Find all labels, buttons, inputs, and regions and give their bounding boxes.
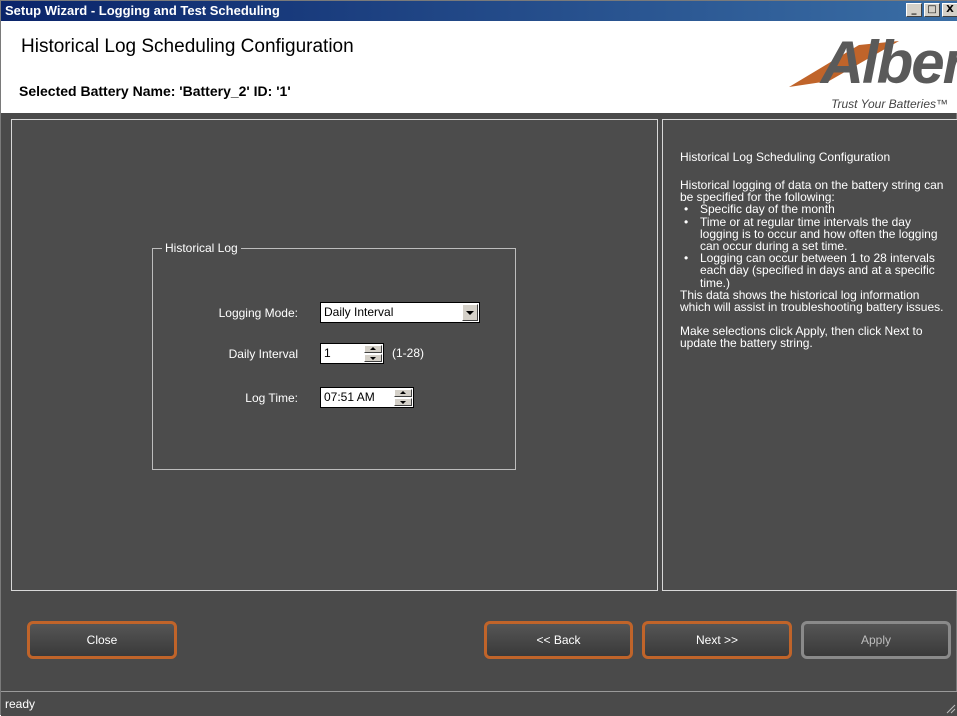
help-body: Historical logging of data on the batter…	[680, 179, 945, 350]
help-paragraph: This data shows the historical log infor…	[680, 287, 944, 315]
back-button[interactable]: << Back	[484, 621, 633, 659]
log-time-picker[interactable]: 07:51 AM	[320, 387, 414, 408]
title-bar[interactable]: Setup Wizard - Logging and Test Scheduli…	[1, 1, 957, 21]
logo-tagline: Trust Your Batteries™	[831, 97, 948, 111]
spin-down-icon[interactable]	[394, 398, 412, 406]
logging-mode-value: Daily Interval	[324, 305, 394, 319]
window-controls: _ □ X	[906, 3, 957, 17]
daily-interval-value: 1	[324, 346, 331, 360]
setup-wizard-window: Setup Wizard - Logging and Test Scheduli…	[0, 0, 957, 716]
logging-mode-select[interactable]: Daily Interval	[320, 302, 480, 323]
resize-grip-icon[interactable]	[946, 704, 956, 714]
help-bullet: Time or at regular time intervals the da…	[680, 216, 945, 253]
spin-down-icon[interactable]	[364, 354, 382, 362]
help-intro: Historical logging of data on the batter…	[680, 178, 944, 205]
window-title: Setup Wizard - Logging and Test Scheduli…	[5, 3, 280, 18]
logging-mode-label: Logging Mode:	[218, 306, 298, 320]
help-bullet: Specific day of the month	[680, 203, 945, 216]
next-button[interactable]: Next >>	[642, 621, 792, 659]
status-bar: ready	[1, 691, 957, 716]
dropdown-arrow-icon[interactable]	[462, 304, 478, 321]
log-time-spin-controls	[394, 389, 412, 406]
log-time-value: 07:51 AM	[324, 390, 375, 404]
minimize-button[interactable]: _	[906, 3, 922, 17]
apply-button[interactable]: Apply	[801, 621, 951, 659]
daily-interval-stepper[interactable]: 1	[320, 343, 384, 364]
status-text: ready	[5, 697, 36, 711]
help-panel: Historical Log Scheduling Configuration …	[662, 119, 957, 591]
spin-up-icon[interactable]	[394, 389, 412, 397]
selected-battery-label: Selected Battery Name: 'Battery_2' ID: '…	[19, 83, 291, 99]
log-time-label: Log Time:	[245, 391, 298, 405]
help-bullet: Logging can occur between 1 to 28 interv…	[680, 252, 945, 289]
daily-interval-range: (1-28)	[392, 346, 425, 360]
help-title: Historical Log Scheduling Configuration	[680, 150, 891, 164]
logo-wordmark: Alber	[820, 29, 957, 96]
header: Historical Log Scheduling Configuration …	[1, 21, 957, 113]
spin-up-icon[interactable]	[364, 345, 382, 353]
close-window-button[interactable]: X	[942, 3, 957, 17]
page-title: Historical Log Scheduling Configuration	[21, 36, 354, 57]
daily-interval-label: Daily Interval	[228, 347, 298, 361]
historical-log-legend: Historical Log	[162, 241, 241, 255]
help-instructions: Make selections click Apply, then click …	[680, 324, 923, 351]
daily-interval-spin-controls	[364, 345, 382, 362]
maximize-button[interactable]: □	[924, 3, 940, 17]
close-button[interactable]: Close	[27, 621, 177, 659]
alber-logo: Alber Trust Your Batteries™	[783, 33, 957, 119]
